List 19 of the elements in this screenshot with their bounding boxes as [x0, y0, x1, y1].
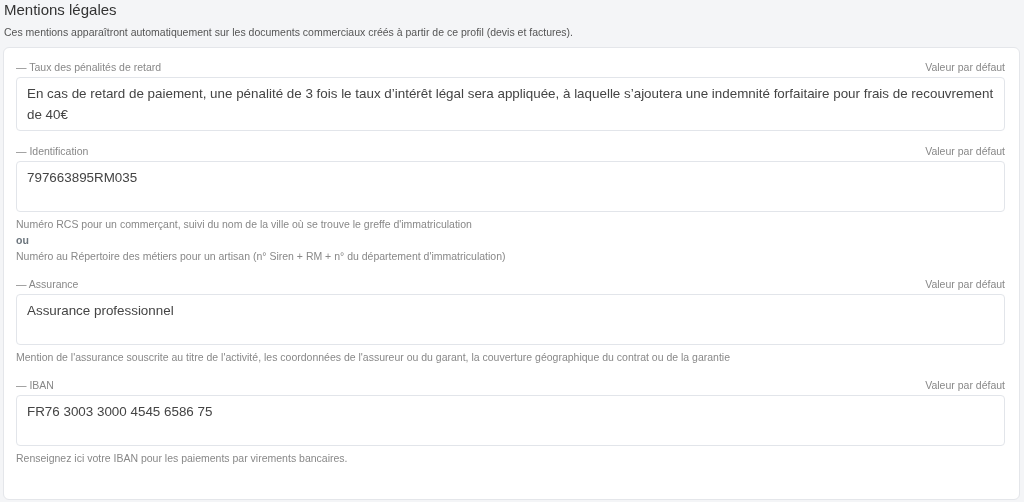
text-area[interactable]: Assurance professionnel [16, 294, 1005, 345]
default-value-link[interactable]: Valeur par défaut [925, 144, 1005, 158]
text-area[interactable]: En cas de retard de paiement, une pénalité de 3 fois le taux d’intérêt légal sera appliquée, à laquelle s’ajoutera une indemnité forfaitaire pour frais de recouvrement de 40€ [16, 77, 1005, 131]
text-area[interactable]: FR76 3003 3000 4545 6586 75 [16, 395, 1005, 446]
help-text: Mention de l'assurance souscrite au titre de l'activité, les coordonnées de l'assureur ou du garant, la couverture géographique du contrat ou de la garantie [16, 350, 731, 365]
help-text: Numéro RCS pour un commerçant, suivi du nom de la ville où se trouve le greffe d'immatriculation [16, 217, 472, 232]
field-label: — Assurance [16, 277, 79, 291]
default-value-link[interactable]: Valeur par défaut [925, 60, 1005, 74]
help-text: Renseignez ici votre IBAN pour les paiements par virements bancaires. [16, 451, 348, 466]
text-area[interactable]: 797663895RM035 [16, 161, 1005, 212]
section-title: Mentions légales [3, 0, 118, 19]
field-label: — IBAN [16, 378, 54, 392]
section-description: Ces mentions apparaîtront automatiquement sur les documents commerciaux créés à partir de ce profil (devis et factures). [3, 25, 574, 39]
help-text: ou [16, 233, 29, 248]
default-value-link[interactable]: Valeur par défaut [925, 277, 1005, 291]
field-label: — Taux des pénalités de retard [16, 60, 162, 74]
default-value-link[interactable]: Valeur par défaut [925, 378, 1005, 392]
field-label: — Identification [16, 144, 89, 158]
help-text: Numéro au Répertoire des métiers pour un artisan (n° Siren + RM + n° du département d'immatriculation) [16, 249, 506, 264]
